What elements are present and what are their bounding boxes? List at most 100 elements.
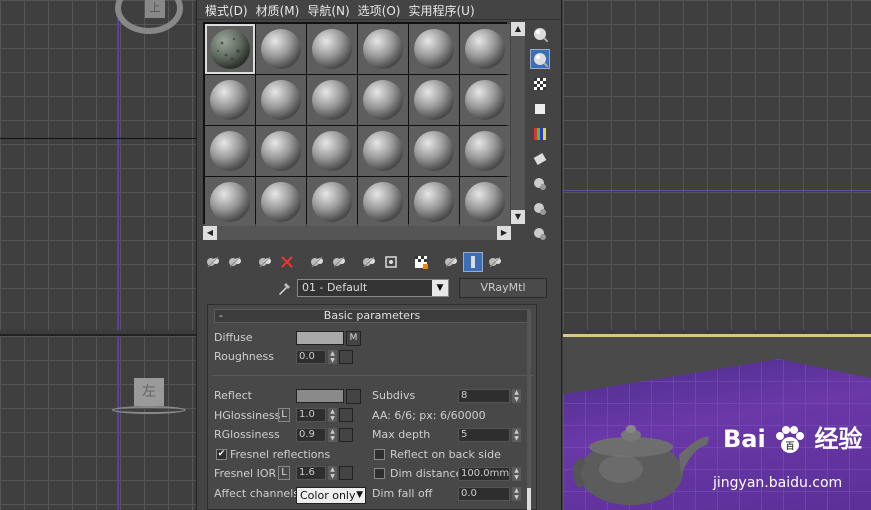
material-sample-slot[interactable] <box>460 24 510 74</box>
sample-uv-tiling-icon[interactable] <box>530 99 550 119</box>
scroll-right-icon[interactable]: ▶ <box>497 226 511 240</box>
subdivs-value[interactable]: 8 <box>458 389 510 403</box>
material-sample-slot[interactable] <box>460 177 510 227</box>
make-unique-icon[interactable] <box>329 252 349 272</box>
reflect-color-swatch[interactable] <box>296 389 344 403</box>
material-sample-slot[interactable] <box>409 126 459 176</box>
show-shaded-icon[interactable] <box>411 252 431 272</box>
material-sample-slot[interactable] <box>358 126 408 176</box>
material-sample-slot[interactable] <box>205 75 255 125</box>
material-sample-slot[interactable] <box>307 24 357 74</box>
max-depth-value[interactable]: 5 <box>458 428 510 442</box>
material-sample-slot[interactable] <box>358 75 408 125</box>
reflect-back-checkbox[interactable] <box>374 449 385 460</box>
max-depth-spinner[interactable]: 5 ▲ ▼ <box>458 427 521 443</box>
material-id-channel-icon[interactable] <box>381 252 401 272</box>
roughness-map-button[interactable] <box>339 350 353 364</box>
dim-falloff-spinner[interactable]: 0.0 ▲ ▼ <box>458 486 521 502</box>
collapse-icon[interactable]: - <box>219 310 223 322</box>
hglossiness-value[interactable]: 1.0 <box>296 408 326 422</box>
material-sample-slot[interactable] <box>460 126 510 176</box>
viewport-perspective[interactable]: Bai 百 经验 jingyan.baidu.com <box>563 334 871 510</box>
menu-material[interactable]: 材质(M) <box>254 0 306 19</box>
video-color-check-icon[interactable] <box>530 124 550 144</box>
material-sample-slot[interactable] <box>409 75 459 125</box>
get-material-icon[interactable] <box>203 252 223 272</box>
material-type-button[interactable]: VRayMtl <box>459 278 547 298</box>
copy-material-icon[interactable] <box>307 252 327 272</box>
put-material-icon[interactable] <box>225 252 245 272</box>
viewport-top-right[interactable] <box>563 0 871 330</box>
fresnel-checkbox[interactable]: ✔ <box>216 449 227 460</box>
put-to-library-icon[interactable] <box>359 252 379 272</box>
diffuse-color-swatch[interactable] <box>296 331 344 345</box>
select-by-material-icon[interactable] <box>530 199 550 219</box>
scroll-left-icon[interactable]: ◀ <box>203 226 217 240</box>
material-sample-slot[interactable] <box>358 177 408 227</box>
scroll-down-icon[interactable]: ▼ <box>511 210 525 224</box>
affect-channels-select[interactable]: Color only ▼ <box>296 487 366 504</box>
dim-distance-value[interactable]: 100.0mm <box>458 467 510 481</box>
menu-utilities[interactable]: 实用程序(U) <box>406 0 480 19</box>
material-sample-slot[interactable] <box>409 177 459 227</box>
hglossiness-map-button[interactable] <box>339 408 353 422</box>
menu-modes[interactable]: 模式(D) <box>203 0 254 19</box>
viewport-bottom-left[interactable]: 左 <box>0 334 196 510</box>
rglossiness-value[interactable]: 0.9 <box>296 428 326 442</box>
material-name-field[interactable]: 01 - Default ▼ <box>297 279 449 297</box>
reflect-map-button[interactable] <box>346 389 361 404</box>
spinner-arrows-icon[interactable]: ▲ ▼ <box>512 389 521 403</box>
roughness-spinner[interactable]: 0.0 ▲ ▼ <box>296 349 353 365</box>
slots-horizontal-scrollbar[interactable]: ◀ ▶ <box>203 226 511 240</box>
material-sample-slot[interactable] <box>205 177 255 227</box>
menu-navigation[interactable]: 导航(N) <box>305 0 355 19</box>
material-sample-slot[interactable] <box>307 75 357 125</box>
spinner-arrows-icon[interactable]: ▲ ▼ <box>328 408 337 422</box>
backlight-icon[interactable] <box>530 49 550 69</box>
spinner-arrows-icon[interactable]: ▲ ▼ <box>328 350 337 364</box>
roughness-value[interactable]: 0.0 <box>296 350 326 364</box>
rollout-scroll-thumb[interactable] <box>527 488 531 510</box>
diffuse-map-button[interactable]: M <box>346 331 361 346</box>
dim-distance-checkbox[interactable] <box>374 468 385 479</box>
hglossiness-lock-button[interactable]: L <box>278 408 290 422</box>
viewcube-top[interactable]: 上 <box>115 0 183 34</box>
go-forward-sibling-icon[interactable] <box>485 252 505 272</box>
material-sample-slot[interactable] <box>409 24 459 74</box>
eyedropper-icon[interactable] <box>277 280 293 296</box>
assign-material-icon[interactable] <box>255 252 275 272</box>
rollout-scrollbar[interactable] <box>527 310 531 510</box>
spinner-arrows-icon[interactable]: ▲ ▼ <box>328 428 337 442</box>
material-sample-slot[interactable] <box>256 126 306 176</box>
material-sample-slot[interactable] <box>307 126 357 176</box>
hglossiness-spinner[interactable]: 1.0 ▲ ▼ <box>296 407 353 423</box>
menu-options[interactable]: 选项(O) <box>356 0 407 19</box>
spinner-arrows-icon[interactable]: ▲ ▼ <box>512 487 521 501</box>
show-end-result-icon[interactable] <box>441 252 461 272</box>
material-sample-slot[interactable] <box>307 177 357 227</box>
spinner-arrows-icon[interactable]: ▲ ▼ <box>512 428 521 442</box>
material-sample-slot[interactable] <box>460 75 510 125</box>
material-sample-slot[interactable] <box>205 24 255 74</box>
viewcube-ring[interactable] <box>112 406 186 414</box>
dim-distance-spinner[interactable]: 100.0mm ▲ ▼ <box>458 466 521 482</box>
fresnel-ior-lock-button[interactable]: L <box>278 466 290 480</box>
chevron-down-icon[interactable]: ▼ <box>432 280 448 296</box>
viewcube-front[interactable]: 左 <box>134 378 164 406</box>
dim-falloff-value[interactable]: 0.0 <box>458 487 510 501</box>
go-to-parent-icon[interactable] <box>463 252 483 272</box>
fresnel-ior-map-button[interactable] <box>339 466 353 480</box>
spinner-arrows-icon[interactable]: ▲ ▼ <box>512 467 521 481</box>
viewport-top-left[interactable]: 上 <box>0 0 196 330</box>
subdivs-spinner[interactable]: 8 ▲ ▼ <box>458 388 521 404</box>
make-preview-icon[interactable] <box>530 149 550 169</box>
material-sample-slot[interactable] <box>358 24 408 74</box>
reset-map-icon[interactable] <box>277 252 297 272</box>
material-sample-slot[interactable] <box>256 24 306 74</box>
rglossiness-spinner[interactable]: 0.9 ▲ ▼ <box>296 427 353 443</box>
slots-vertical-scrollbar[interactable]: ▲ ▼ <box>511 22 525 224</box>
material-navigator-icon[interactable] <box>530 224 550 244</box>
options-icon[interactable] <box>530 174 550 194</box>
rollout-header[interactable]: - Basic parameters <box>214 309 530 323</box>
spinner-arrows-icon[interactable]: ▲ ▼ <box>328 466 337 480</box>
